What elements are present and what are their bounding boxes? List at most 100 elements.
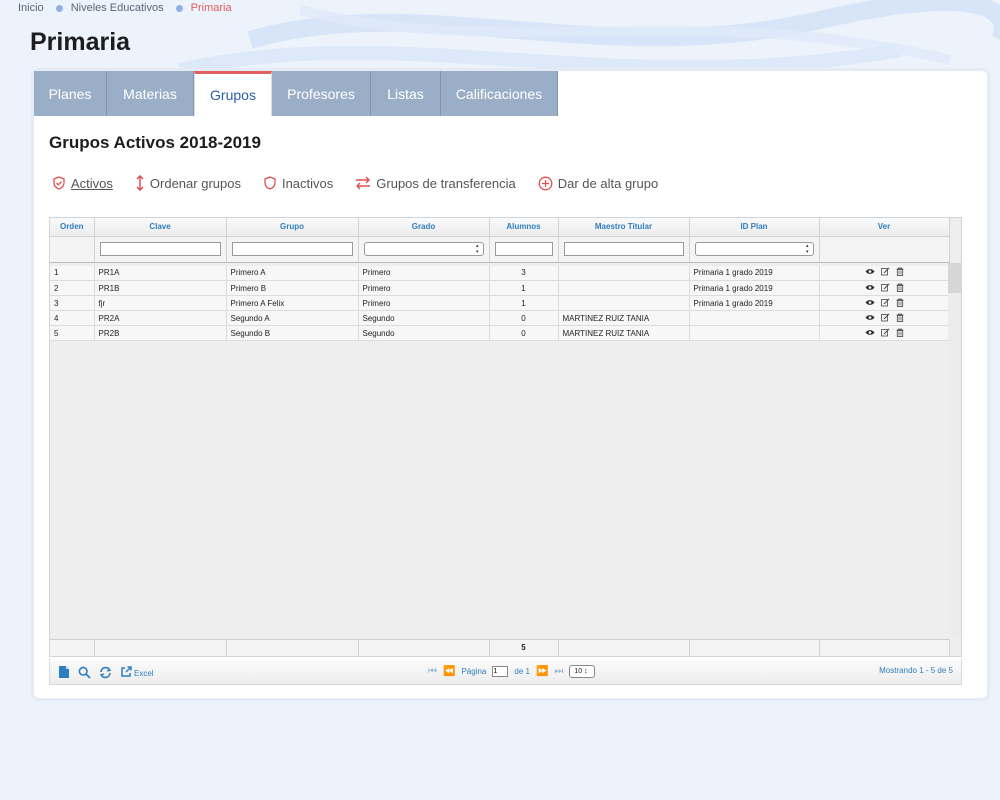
section-title: Grupos Activos 2018-2019	[49, 133, 261, 152]
breadcrumb-level[interactable]: Niveles Educativos	[71, 2, 164, 14]
trash-icon[interactable]	[896, 313, 904, 324]
cell-plan	[689, 325, 820, 341]
tab-planes[interactable]: Planes	[34, 71, 107, 116]
filter-cell-plan	[689, 236, 820, 263]
edit-icon[interactable]	[880, 327, 890, 339]
tab-label: Profesores	[287, 85, 355, 102]
filter-maestro-input[interactable]	[563, 242, 684, 256]
column-header-grado[interactable]: Grado	[358, 218, 490, 237]
cell-maestro: MARTINEZ RUIZ TANIA	[558, 310, 690, 326]
tab-grupos[interactable]: Grupos	[194, 71, 272, 116]
shield-icon	[263, 176, 277, 190]
trash-icon[interactable]	[896, 298, 904, 309]
cell-alumnos: 1	[489, 280, 559, 296]
grid-scrollbar[interactable]	[948, 263, 961, 638]
footer-total-alumnos: 5	[489, 638, 559, 656]
new-document-icon[interactable]	[58, 665, 70, 682]
breadcrumb-home[interactable]: Inicio	[18, 2, 44, 14]
cell-clave: fjr	[94, 295, 227, 311]
column-header-orden[interactable]: Orden	[50, 218, 95, 237]
previous-page-icon[interactable]: ⏪	[443, 666, 455, 677]
filter-grupo-input[interactable]	[231, 242, 353, 256]
column-header-grupo[interactable]: Grupo	[226, 218, 359, 237]
grupos-transferencia-button[interactable]: Grupos de transferencia	[355, 176, 516, 191]
cell-clave: PR1A	[94, 265, 227, 281]
activos-label: Activos	[71, 175, 113, 191]
cell-grupo: Primero A Felix	[226, 295, 359, 311]
scrollbar-thumb[interactable]	[948, 263, 961, 293]
footer-cell	[94, 638, 227, 656]
external-link-icon	[120, 666, 132, 681]
page-title: Primaria	[30, 28, 131, 56]
refresh-icon[interactable]	[99, 666, 112, 682]
cell-alumnos: 1	[489, 295, 559, 311]
cell-grupo: Segundo B	[226, 325, 359, 341]
grid-header-table: Orden Clave Grupo Grado Alumnos Maestro …	[50, 218, 950, 263]
page-number-input[interactable]	[492, 666, 509, 677]
column-header-clave[interactable]: Clave	[94, 218, 227, 237]
next-page-icon[interactable]: ⏩	[536, 666, 548, 677]
table-row[interactable]: 2 PR1B Primero B Primero 1 Primaria 1 grado 2…	[50, 280, 950, 296]
footer-cell	[358, 638, 490, 656]
table-row[interactable]: 1 PR1A Primero A Primero 3 Primaria 1 grado 2…	[50, 265, 950, 281]
table-row[interactable]: 3 fjr Primero A Felix Primero 1 Primaria 1 gr…	[50, 295, 950, 311]
cell-orden: 2	[50, 280, 95, 296]
column-header-maestro[interactable]: Maestro Titular	[558, 218, 690, 237]
cell-grupo: Primero B	[226, 280, 359, 296]
cell-maestro: MARTINEZ RUIZ TANIA	[558, 325, 690, 341]
tab-label: Grupos	[210, 87, 256, 103]
trash-icon[interactable]	[896, 267, 904, 278]
column-header-plan[interactable]: ID Plan	[689, 218, 820, 237]
table-row[interactable]: 4 PR2A Segundo A Segundo 0 MARTINEZ RUIZ TANI…	[50, 310, 950, 326]
filter-clave-input[interactable]	[99, 242, 221, 256]
eye-icon[interactable]	[865, 328, 875, 339]
first-page-icon[interactable]: ⏮	[428, 666, 437, 677]
edit-icon[interactable]	[880, 267, 890, 278]
inactivos-button[interactable]: Inactivos	[263, 176, 333, 191]
tab-materias[interactable]: Materias	[107, 71, 194, 116]
column-header-ver[interactable]: Ver	[819, 218, 950, 237]
cell-maestro	[558, 280, 690, 296]
edit-icon[interactable]	[880, 312, 890, 324]
filter-cell-ver	[819, 236, 950, 263]
breadcrumb-separator-icon	[175, 4, 183, 12]
cell-plan	[689, 310, 820, 326]
tab-profesores[interactable]: Profesores	[272, 71, 371, 116]
table-row[interactable]: 5 PR2B Segundo B Segundo 0 MARTINEZ RUIZ TANI…	[50, 325, 950, 341]
eye-icon[interactable]	[865, 267, 875, 278]
tab-calificaciones[interactable]: Calificaciones	[441, 71, 558, 116]
search-icon[interactable]	[78, 666, 91, 682]
filter-cell-grado	[358, 236, 490, 263]
ordenar-grupos-button[interactable]: Ordenar grupos	[135, 175, 241, 191]
cell-actions	[819, 280, 950, 296]
last-page-icon[interactable]: ⏭	[554, 666, 563, 677]
page-label: Página	[461, 667, 487, 676]
dar-alta-grupo-label: Dar de alta grupo	[557, 175, 659, 191]
trash-icon[interactable]	[896, 328, 904, 339]
filter-grado-select[interactable]	[363, 242, 484, 256]
cell-orden: 1	[50, 265, 95, 281]
trash-icon[interactable]	[896, 283, 904, 294]
dar-alta-grupo-button[interactable]: Dar de alta grupo	[538, 176, 658, 191]
cell-actions	[819, 295, 950, 311]
filter-alumnos-input[interactable]	[494, 242, 553, 256]
activos-button[interactable]: Activos	[52, 176, 113, 191]
cell-grado: Primero	[358, 280, 490, 296]
edit-icon[interactable]	[880, 297, 890, 309]
excel-export-button[interactable]: Excel	[120, 666, 154, 681]
cell-clave: PR2A	[94, 310, 227, 326]
page-size-select[interactable]: 10 ↕	[569, 665, 596, 678]
footer-cell	[689, 638, 820, 656]
edit-icon[interactable]	[880, 282, 890, 294]
cell-grupo: Primero A	[226, 265, 359, 281]
breadcrumb: Inicio Niveles Educativos Primaria	[18, 2, 232, 14]
eye-icon[interactable]	[865, 298, 875, 309]
column-header-alumnos[interactable]: Alumnos	[489, 218, 559, 237]
tab-listas[interactable]: Listas	[371, 71, 441, 116]
eye-icon[interactable]	[865, 283, 875, 294]
footer-cell	[558, 638, 690, 656]
filter-cell-alumnos	[489, 236, 559, 263]
filter-plan-select[interactable]	[694, 242, 814, 256]
sort-vertical-icon	[135, 175, 145, 191]
eye-icon[interactable]	[865, 313, 875, 324]
